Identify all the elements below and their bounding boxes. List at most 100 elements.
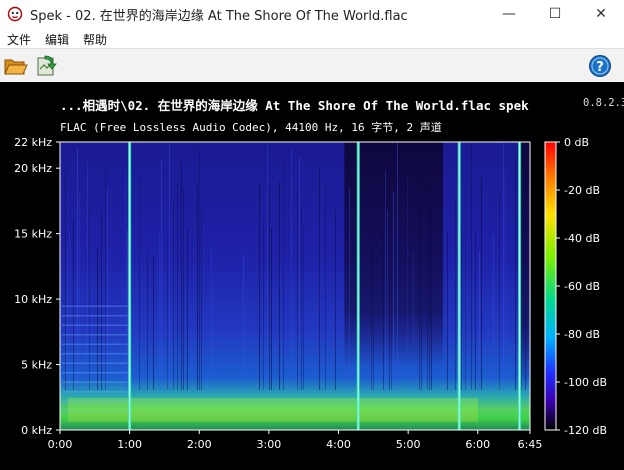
spectral-streak bbox=[493, 233, 494, 390]
spectral-streak bbox=[197, 183, 198, 390]
spectral-streak bbox=[161, 159, 162, 390]
spectral-streak bbox=[393, 191, 394, 390]
toolbar: ? bbox=[0, 48, 624, 84]
frequency-axis: 22 kHz 20 kHz 15 kHz 10 kHz 5 kHz 0 kHz bbox=[14, 136, 60, 437]
spectral-streak bbox=[297, 188, 298, 390]
spectral-streak bbox=[299, 156, 300, 390]
minimize-icon: — bbox=[502, 6, 516, 22]
spectral-streak bbox=[279, 181, 280, 390]
spectral-streak bbox=[413, 251, 414, 390]
spectral-streak bbox=[97, 248, 98, 390]
spectral-streak bbox=[303, 226, 304, 390]
open-file-button[interactable] bbox=[4, 55, 28, 77]
db-colorbar bbox=[545, 142, 556, 430]
spectral-streak bbox=[319, 166, 320, 390]
harmonic-line bbox=[62, 362, 128, 364]
help-glyph: ? bbox=[596, 60, 604, 75]
spectral-streak bbox=[391, 213, 392, 390]
minimize-button[interactable]: — bbox=[486, 0, 532, 28]
time-tick-label: 1:00 bbox=[117, 438, 142, 451]
menu-bar: 文件 编辑 帮助 bbox=[0, 28, 624, 48]
harmonic-line bbox=[62, 353, 128, 355]
spectral-streak bbox=[89, 205, 90, 390]
maximize-button[interactable]: ☐ bbox=[532, 0, 578, 28]
spectral-streak bbox=[325, 182, 326, 390]
help-button[interactable]: ? bbox=[588, 54, 612, 77]
spek-app-icon bbox=[7, 6, 23, 22]
db-tick-label: -40 dB bbox=[564, 232, 600, 245]
spectral-streak bbox=[69, 232, 70, 390]
harmonic-line bbox=[62, 315, 128, 317]
spectral-streak bbox=[407, 177, 408, 390]
spectral-streak bbox=[481, 176, 482, 390]
spectral-streak bbox=[139, 179, 140, 390]
time-tick-label: 6:45 bbox=[518, 438, 543, 451]
spectrogram-view: ...相遇时\02. 在世界的海岸边缘 At The Shore Of The … bbox=[0, 82, 624, 470]
spectral-streak bbox=[397, 142, 398, 390]
spectral-streak bbox=[159, 233, 160, 390]
spectral-streak bbox=[73, 219, 74, 390]
db-tick-label: -80 dB bbox=[564, 328, 600, 341]
menu-help[interactable]: 帮助 bbox=[83, 31, 107, 48]
spectral-streak bbox=[199, 149, 200, 390]
spectral-streak bbox=[183, 188, 184, 390]
spectral-streak bbox=[263, 219, 264, 390]
spectral-streak bbox=[267, 144, 268, 390]
spectral-streak bbox=[371, 244, 372, 390]
spectral-streak bbox=[389, 142, 390, 390]
spectral-streak bbox=[201, 211, 202, 390]
spectral-streak bbox=[187, 229, 188, 390]
spectral-streak bbox=[125, 169, 126, 390]
transient-core bbox=[458, 142, 460, 430]
time-tick-label: 5:00 bbox=[396, 438, 421, 451]
spectral-streak bbox=[387, 209, 388, 390]
maximize-icon: ☐ bbox=[548, 6, 562, 22]
spectral-streak bbox=[181, 160, 182, 390]
db-tick-label: -60 dB bbox=[564, 280, 600, 293]
transient-core bbox=[519, 142, 521, 430]
freq-tick-label: 5 kHz bbox=[21, 359, 52, 372]
harmonic-line bbox=[62, 372, 128, 374]
spectral-streak bbox=[349, 186, 350, 390]
menu-file[interactable]: 文件 bbox=[7, 31, 31, 48]
spectral-streak bbox=[525, 144, 526, 390]
spectral-streak bbox=[177, 182, 178, 390]
spectral-streak bbox=[259, 184, 260, 390]
spectral-streak bbox=[211, 245, 212, 390]
spectral-streak bbox=[107, 189, 108, 390]
spectral-streak bbox=[105, 167, 106, 390]
spectral-streak bbox=[169, 144, 170, 390]
menu-edit[interactable]: 编辑 bbox=[45, 31, 69, 48]
close-button[interactable]: ✕ bbox=[578, 0, 624, 28]
time-tick-label: 0:00 bbox=[48, 438, 73, 451]
freq-tick-label: 15 kHz bbox=[14, 228, 52, 241]
window-title: Spek - 02. 在世界的海岸边缘 At The Shore Of The … bbox=[30, 9, 408, 24]
spectral-streak bbox=[127, 230, 128, 390]
harmonic-line bbox=[62, 343, 128, 345]
title-bar: Spek - 02. 在世界的海岸边缘 At The Shore Of The … bbox=[0, 0, 624, 28]
save-image-button[interactable] bbox=[35, 55, 59, 77]
spectral-streak bbox=[301, 203, 302, 390]
time-tick-label: 3:00 bbox=[257, 438, 282, 451]
spectral-streak bbox=[79, 193, 80, 390]
spectral-streak bbox=[243, 254, 244, 390]
spectral-streak bbox=[455, 199, 456, 390]
spectral-streak bbox=[479, 253, 480, 390]
time-tick-label: 4:00 bbox=[326, 438, 351, 451]
help-icon: ? bbox=[589, 55, 611, 77]
spectral-streak bbox=[471, 145, 472, 390]
time-tick-label: 6:00 bbox=[465, 438, 490, 451]
spectral-streak bbox=[421, 171, 422, 390]
db-tick-label: -20 dB bbox=[564, 184, 600, 197]
db-tick-label: 0 dB bbox=[564, 136, 589, 149]
spectral-streak bbox=[65, 170, 66, 390]
folder-open-icon bbox=[4, 59, 28, 75]
spectral-streak bbox=[505, 169, 506, 390]
spectral-streak bbox=[373, 147, 374, 390]
db-tick-label: -100 dB bbox=[564, 376, 607, 389]
harmonic-line bbox=[62, 381, 128, 383]
db-tick-label: -120 dB bbox=[564, 424, 607, 437]
spectral-streak bbox=[173, 198, 174, 390]
spectral-streak bbox=[427, 182, 428, 390]
db-axis: 0 dB -20 dB -40 dB -60 dB -80 dB -100 dB -120 … bbox=[556, 136, 607, 437]
